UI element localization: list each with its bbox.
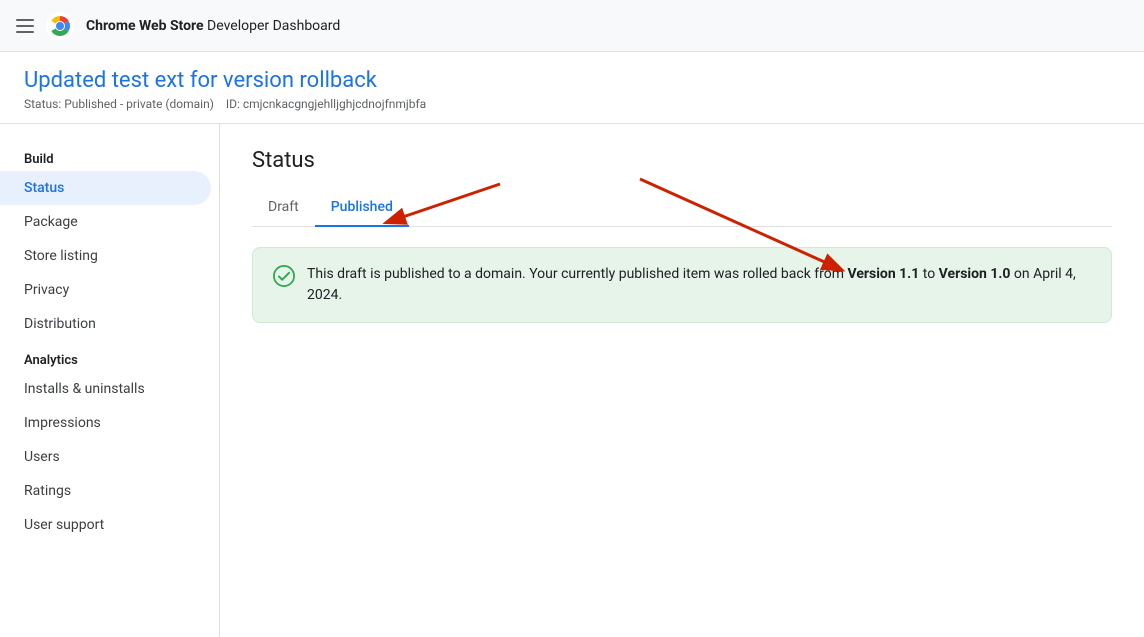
sidebar: Build Status Package Store listing Priva… [0,124,220,637]
main-layout: Build Status Package Store listing Priva… [0,124,1144,637]
to-text: to [919,266,938,282]
extension-title: Updated test ext for version rollback [24,68,1120,93]
sidebar-item-privacy[interactable]: Privacy [0,273,219,307]
tab-published[interactable]: Published [315,189,409,227]
sidebar-item-distribution[interactable]: Distribution [0,307,219,341]
sidebar-analytics-label: Analytics [0,341,219,372]
sidebar-item-installs[interactable]: Installs & uninstalls [0,372,219,406]
header: Updated test ext for version rollback St… [0,52,1144,124]
menu-icon[interactable] [16,19,34,33]
tabs: Draft Published [252,189,1112,227]
sidebar-item-impressions[interactable]: Impressions [0,406,219,440]
tab-draft[interactable]: Draft [252,189,315,227]
content-wrapper: Status Draft Published This draft is pub… [220,124,1144,637]
status-message-text: This draft is published to a domain. You… [307,264,1091,306]
sidebar-item-status[interactable]: Status [0,171,211,205]
from-version: Version 1.1 [847,266,919,282]
status-label: Status: [24,97,61,111]
extension-meta: Status: Published - private (domain) ID:… [24,97,1120,111]
sidebar-item-ratings[interactable]: Ratings [0,474,219,508]
sidebar-item-user-support[interactable]: User support [0,508,219,542]
content-title: Status [252,148,1112,173]
id-label: ID: [226,97,240,111]
sidebar-item-package[interactable]: Package [0,205,219,239]
status-message-prefix: This draft is published to a domain. You… [307,266,847,282]
topbar: Chrome Web Store Developer Dashboard [0,0,1144,52]
sidebar-item-users[interactable]: Users [0,440,219,474]
topbar-title: Chrome Web Store Developer Dashboard [86,18,340,34]
status-value: Published - private (domain) [64,97,214,111]
status-message-box: This draft is published to a domain. You… [252,247,1112,323]
sidebar-item-store-listing[interactable]: Store listing [0,239,219,273]
to-version: Version 1.0 [939,266,1011,282]
id-value: cmjcnkacgngjehlljghjcdnojfnmjbfa [243,97,426,111]
content-area: Status Draft Published This draft is pub… [220,124,1144,347]
chrome-logo-icon [46,12,74,40]
success-check-icon [273,265,295,287]
sidebar-build-label: Build [0,140,219,171]
